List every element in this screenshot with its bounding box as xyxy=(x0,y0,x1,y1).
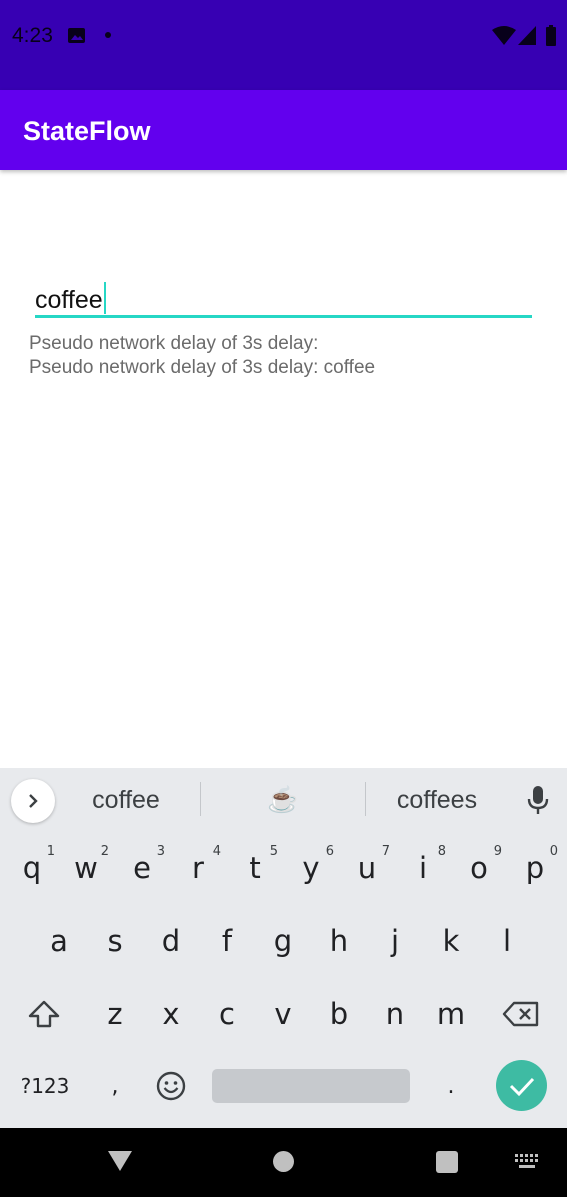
battery-icon xyxy=(546,25,556,46)
shift-icon xyxy=(28,1000,60,1028)
app-title: StateFlow xyxy=(23,116,151,146)
comma-key[interactable]: , xyxy=(89,1056,141,1116)
status-time: 4:23 xyxy=(12,24,53,47)
status-bar: 4:23 xyxy=(0,0,567,90)
app-bar: StateFlow xyxy=(0,90,567,170)
text-cursor xyxy=(103,282,106,314)
expand-toolbar-button[interactable] xyxy=(11,779,55,823)
key-c[interactable]: c xyxy=(201,984,253,1044)
suggestion-2[interactable]: ☕ xyxy=(208,786,358,815)
key-a[interactable]: a xyxy=(33,911,85,971)
key-t[interactable]: t5 xyxy=(229,838,281,898)
key-b[interactable]: b xyxy=(313,984,365,1044)
key-l[interactable]: l xyxy=(481,911,533,971)
emoji-key[interactable] xyxy=(145,1056,197,1116)
key-i[interactable]: i8 xyxy=(397,838,449,898)
key-h[interactable]: h xyxy=(313,911,365,971)
image-icon xyxy=(68,28,85,43)
space-key[interactable] xyxy=(212,1069,410,1103)
key-d[interactable]: d xyxy=(145,911,197,971)
symbols-key[interactable]: ?123 xyxy=(14,1056,76,1116)
key-k[interactable]: k xyxy=(425,911,477,971)
suggestion-divider xyxy=(200,782,201,816)
notification-dot-icon xyxy=(105,32,111,38)
key-u[interactable]: u7 xyxy=(341,838,393,898)
suggestion-strip: coffee ☕ coffees xyxy=(0,768,567,832)
result-line-2: Pseudo network delay of 3s delay: coffee xyxy=(29,357,376,378)
nav-home-icon[interactable] xyxy=(273,1151,294,1172)
suggestion-3[interactable]: coffees xyxy=(372,786,502,815)
enter-key[interactable] xyxy=(496,1060,547,1111)
signal-icon xyxy=(518,26,536,45)
key-x[interactable]: x xyxy=(145,984,197,1044)
key-w[interactable]: w2 xyxy=(60,838,112,898)
key-o[interactable]: o9 xyxy=(453,838,505,898)
emoji-icon xyxy=(156,1071,186,1101)
backspace-key[interactable] xyxy=(495,984,547,1044)
key-y[interactable]: y6 xyxy=(285,838,337,898)
key-s[interactable]: s xyxy=(89,911,141,971)
microphone-icon[interactable] xyxy=(525,785,551,815)
key-j[interactable]: j xyxy=(369,911,421,971)
key-z[interactable]: z xyxy=(89,984,141,1044)
key-g[interactable]: g xyxy=(257,911,309,971)
key-m[interactable]: m xyxy=(425,984,477,1044)
suggestion-1[interactable]: coffee xyxy=(60,786,192,815)
nav-recents-icon[interactable] xyxy=(436,1151,458,1173)
backspace-icon xyxy=(502,1001,539,1027)
key-e[interactable]: e3 xyxy=(116,838,168,898)
search-input[interactable]: coffee xyxy=(35,272,532,318)
result-line-1: Pseudo network delay of 3s delay: xyxy=(29,333,319,354)
navigation-bar xyxy=(0,1128,567,1197)
shift-key[interactable] xyxy=(18,984,70,1044)
key-n[interactable]: n xyxy=(369,984,421,1044)
wifi-icon xyxy=(492,26,516,45)
check-icon xyxy=(509,1077,534,1096)
period-key[interactable]: . xyxy=(425,1056,477,1116)
keyboard-switch-icon[interactable] xyxy=(515,1154,541,1170)
key-p[interactable]: p0 xyxy=(509,838,561,898)
key-r[interactable]: r4 xyxy=(172,838,224,898)
suggestion-divider xyxy=(365,782,366,816)
key-f[interactable]: f xyxy=(201,911,253,971)
nav-back-icon[interactable] xyxy=(107,1150,133,1172)
key-q[interactable]: q1 xyxy=(6,838,58,898)
chevron-right-icon xyxy=(29,794,38,808)
search-input-value: coffee xyxy=(35,286,103,314)
key-v[interactable]: v xyxy=(257,984,309,1044)
soft-keyboard: coffee ☕ coffees q1 w2 e3 r4 t5 y6 u7 i8… xyxy=(0,768,567,1128)
